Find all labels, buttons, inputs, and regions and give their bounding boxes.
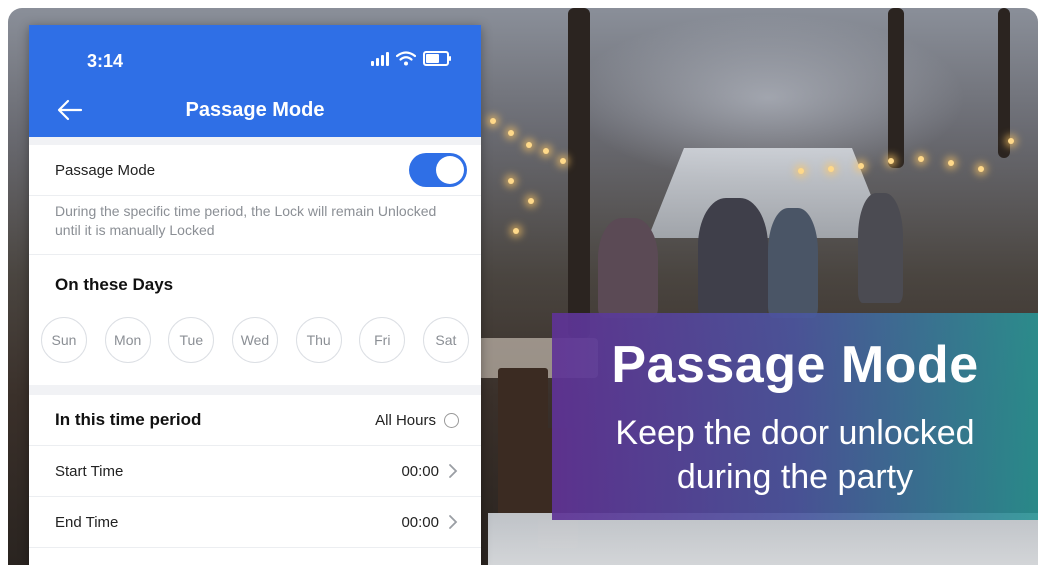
end-time-row[interactable]: End Time 00:00 xyxy=(29,497,481,548)
passage-mode-label: Passage Mode xyxy=(55,161,156,179)
day-wed[interactable]: Wed xyxy=(231,317,278,363)
day-sat[interactable]: Sat xyxy=(422,317,469,363)
divider xyxy=(29,385,481,395)
banner-subtitle-line2: during the party xyxy=(676,458,914,496)
day-tue[interactable]: Tue xyxy=(168,317,215,363)
signal-icon xyxy=(371,51,389,66)
promo-banner: Passage Mode Keep the door unlocked duri… xyxy=(552,313,1038,520)
start-time-value: 00:00 xyxy=(401,462,439,480)
day-fri[interactable]: Fri xyxy=(359,317,406,363)
settings-content: Passage Mode During the specific time pe… xyxy=(29,137,481,548)
start-time-row[interactable]: Start Time 00:00 xyxy=(29,446,481,497)
all-hours-label: All Hours xyxy=(375,411,436,429)
time-period-row: In this time period All Hours xyxy=(29,395,481,446)
banner-subtitle: Keep the door unlocked during the party xyxy=(552,411,1038,499)
status-time: 3:14 xyxy=(87,51,124,71)
phone-screenshot: 3:14 Passage Mode Passage Mode During th… xyxy=(29,25,481,565)
end-time-label: End Time xyxy=(55,513,119,531)
passage-mode-toggle[interactable] xyxy=(409,153,467,187)
app-bar: 3:14 Passage Mode xyxy=(29,25,481,137)
all-hours-option[interactable]: All Hours xyxy=(375,412,459,429)
day-selector: Sun Mon Tue Wed Thu Fri Sat xyxy=(29,303,481,385)
passage-mode-row: Passage Mode xyxy=(29,145,481,195)
divider xyxy=(29,137,481,145)
page-title: Passage Mode xyxy=(185,99,325,121)
time-period-title: In this time period xyxy=(55,410,202,429)
banner-subtitle-line1: Keep the door unlocked xyxy=(615,414,975,452)
passage-mode-description: During the specific time period, the Loc… xyxy=(29,195,481,254)
day-mon[interactable]: Mon xyxy=(104,317,151,363)
days-section-title: On these Days xyxy=(29,254,481,303)
chevron-right-icon xyxy=(449,515,458,529)
wifi-icon xyxy=(396,51,416,66)
battery-icon xyxy=(423,51,451,66)
banner-title: Passage Mode xyxy=(611,336,979,394)
radio-icon[interactable] xyxy=(444,412,459,428)
chevron-right-icon xyxy=(449,464,458,478)
end-time-value: 00:00 xyxy=(401,513,439,531)
day-sun[interactable]: Sun xyxy=(41,317,87,363)
start-time-label: Start Time xyxy=(55,462,124,480)
day-thu[interactable]: Thu xyxy=(295,317,342,363)
status-icons xyxy=(371,51,451,66)
